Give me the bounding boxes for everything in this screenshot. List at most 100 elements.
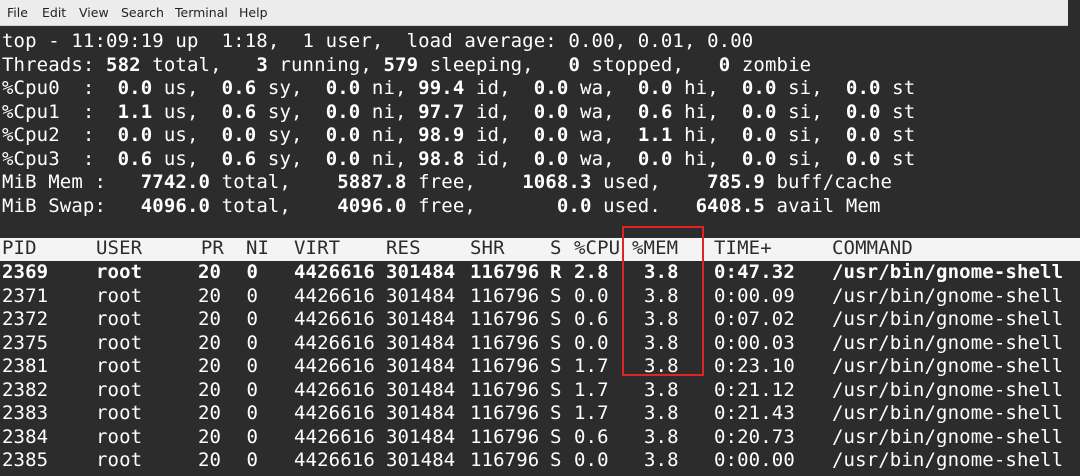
summary-text: us, — [152, 100, 222, 123]
summary-text: 99.4 — [418, 77, 465, 99]
summary-text: sy, — [256, 124, 326, 146]
cell-time: 0:00.09 — [714, 284, 795, 307]
summary-text: 0.0 — [117, 77, 153, 99]
summary-text: 98.9 — [418, 124, 465, 146]
summary-text: wa, — [568, 100, 638, 123]
summary-text: 0.6 — [221, 77, 257, 99]
summary-text: sy, — [256, 77, 326, 99]
cell-mem: 3.8 — [644, 308, 679, 330]
summary-text: 1068.3 — [522, 171, 592, 193]
summary-text: 0.0 — [845, 147, 881, 170]
cell-virt: 4426616 — [294, 378, 375, 401]
summary-text: hi, — [672, 147, 742, 170]
cell-mem: 3.8 — [644, 261, 679, 283]
cell-user: root — [96, 355, 143, 377]
cell-nice: 0 — [246, 425, 258, 448]
cell-pid: 2383 — [2, 402, 49, 424]
terminal-view[interactable]: top - 11:09:19 up 1:18, 1 user, load ave… — [0, 26, 1080, 476]
cell-shr: 116796 — [470, 284, 540, 307]
cell-cpu: 0.0 — [574, 449, 609, 471]
cell-virt: 4426616 — [294, 355, 375, 377]
cell-res: 301484 — [386, 308, 456, 330]
cell-nice: 0 — [246, 308, 258, 330]
col-command: COMMAND — [832, 237, 913, 259]
menu-search[interactable]: Search — [121, 5, 164, 20]
summary-text: 0.0 — [741, 100, 777, 123]
cell-res: 301484 — [386, 331, 456, 354]
cell-virt: 4426616 — [294, 402, 375, 424]
cell-cpu: 1.7 — [574, 355, 609, 377]
cell-user: root — [96, 378, 143, 401]
cell-virt: 4426616 — [294, 449, 375, 471]
summary-text: %Cpu3 : — [2, 147, 118, 170]
cell-nice: 0 — [246, 261, 258, 283]
summary-text: 0.0 — [325, 147, 361, 170]
cell-command: /usr/bin/gnome-shell — [832, 308, 1064, 330]
cell-state: S — [550, 378, 562, 401]
scrollbar-stub — [1068, 0, 1080, 26]
cell-nice: 0 — [246, 355, 258, 377]
summary-text: wa, — [568, 77, 638, 99]
summary-text: 0.6 — [221, 100, 257, 123]
cell-priority: 20 — [198, 284, 222, 307]
summary-line: %Cpu3 : 0.6 us, 0.6 sy, 0.0 ni, 98.8 id,… — [2, 148, 915, 172]
cell-shr: 116796 — [470, 449, 540, 471]
menu-help[interactable]: Help — [239, 5, 268, 20]
summary-text: sleeping, — [418, 53, 569, 76]
summary-line: top - 11:09:19 up 1:18, 1 user, load ave… — [2, 30, 753, 54]
cell-virt: 4426616 — [294, 308, 375, 330]
summary-text: 0.0 — [637, 77, 673, 99]
summary-text: hi, — [672, 100, 742, 123]
summary-text: ni, — [360, 124, 419, 146]
menu-terminal[interactable]: Terminal — [175, 5, 228, 20]
summary-text: 0.0 — [637, 147, 673, 170]
menu-view[interactable]: View — [79, 5, 109, 20]
summary-text: buff/cache — [764, 171, 893, 193]
summary-text: 97.7 — [418, 100, 465, 123]
cell-nice: 0 — [246, 378, 258, 401]
cell-priority: 20 — [198, 261, 222, 283]
summary-text: 0.0 — [741, 124, 777, 146]
summary-text: used, — [591, 171, 708, 193]
summary-text: 3 — [256, 53, 268, 76]
cell-mem: 3.8 — [644, 402, 679, 424]
summary-text: 0.0 — [741, 147, 777, 170]
summary-text: st — [880, 147, 916, 170]
summary-text: 0.0 — [533, 100, 569, 123]
cell-command: /usr/bin/gnome-shell — [832, 331, 1064, 354]
cell-user: root — [96, 308, 143, 330]
summary-text: si, — [776, 77, 846, 99]
cell-state: R — [550, 261, 562, 283]
menu-file[interactable]: File — [7, 5, 28, 20]
summary-text: free, — [406, 194, 557, 217]
summary-text: wa, — [568, 147, 638, 170]
cell-res: 301484 — [386, 402, 456, 424]
summary-text: st — [880, 100, 916, 123]
summary-text: top - 11:09:19 up 1:18, 1 user, load ave… — [2, 30, 754, 52]
col-pid: PID — [2, 237, 37, 259]
summary-line: %Cpu0 : 0.0 us, 0.6 sy, 0.0 ni, 99.4 id,… — [2, 77, 915, 101]
cell-priority: 20 — [198, 308, 222, 330]
summary-text: hi, — [672, 124, 742, 146]
summary-text: 0.0 — [845, 124, 881, 146]
summary-text: 1.1 — [637, 124, 673, 146]
col-virt: VIRT — [294, 237, 341, 259]
cell-state: S — [550, 284, 562, 307]
cell-mem: 3.8 — [644, 378, 679, 401]
summary-text: %Cpu1 : — [2, 100, 118, 123]
cell-state: S — [550, 331, 562, 354]
cell-pid: 2382 — [2, 378, 49, 401]
cell-cpu: 0.6 — [574, 308, 609, 330]
summary-text: us, — [152, 147, 222, 170]
summary-text: 0.0 — [325, 100, 361, 123]
column-header-bar — [0, 238, 1080, 261]
cell-state: S — [550, 355, 562, 377]
cell-virt: 4426616 — [294, 425, 375, 448]
summary-text: MiB Swap: — [2, 194, 141, 217]
cell-res: 301484 — [386, 355, 456, 377]
summary-text: 0.0 — [845, 100, 881, 123]
summary-text: us, — [152, 124, 222, 146]
cell-time: 0:20.73 — [714, 425, 795, 448]
menu-edit[interactable]: Edit — [42, 5, 66, 20]
cell-shr: 116796 — [470, 355, 540, 377]
